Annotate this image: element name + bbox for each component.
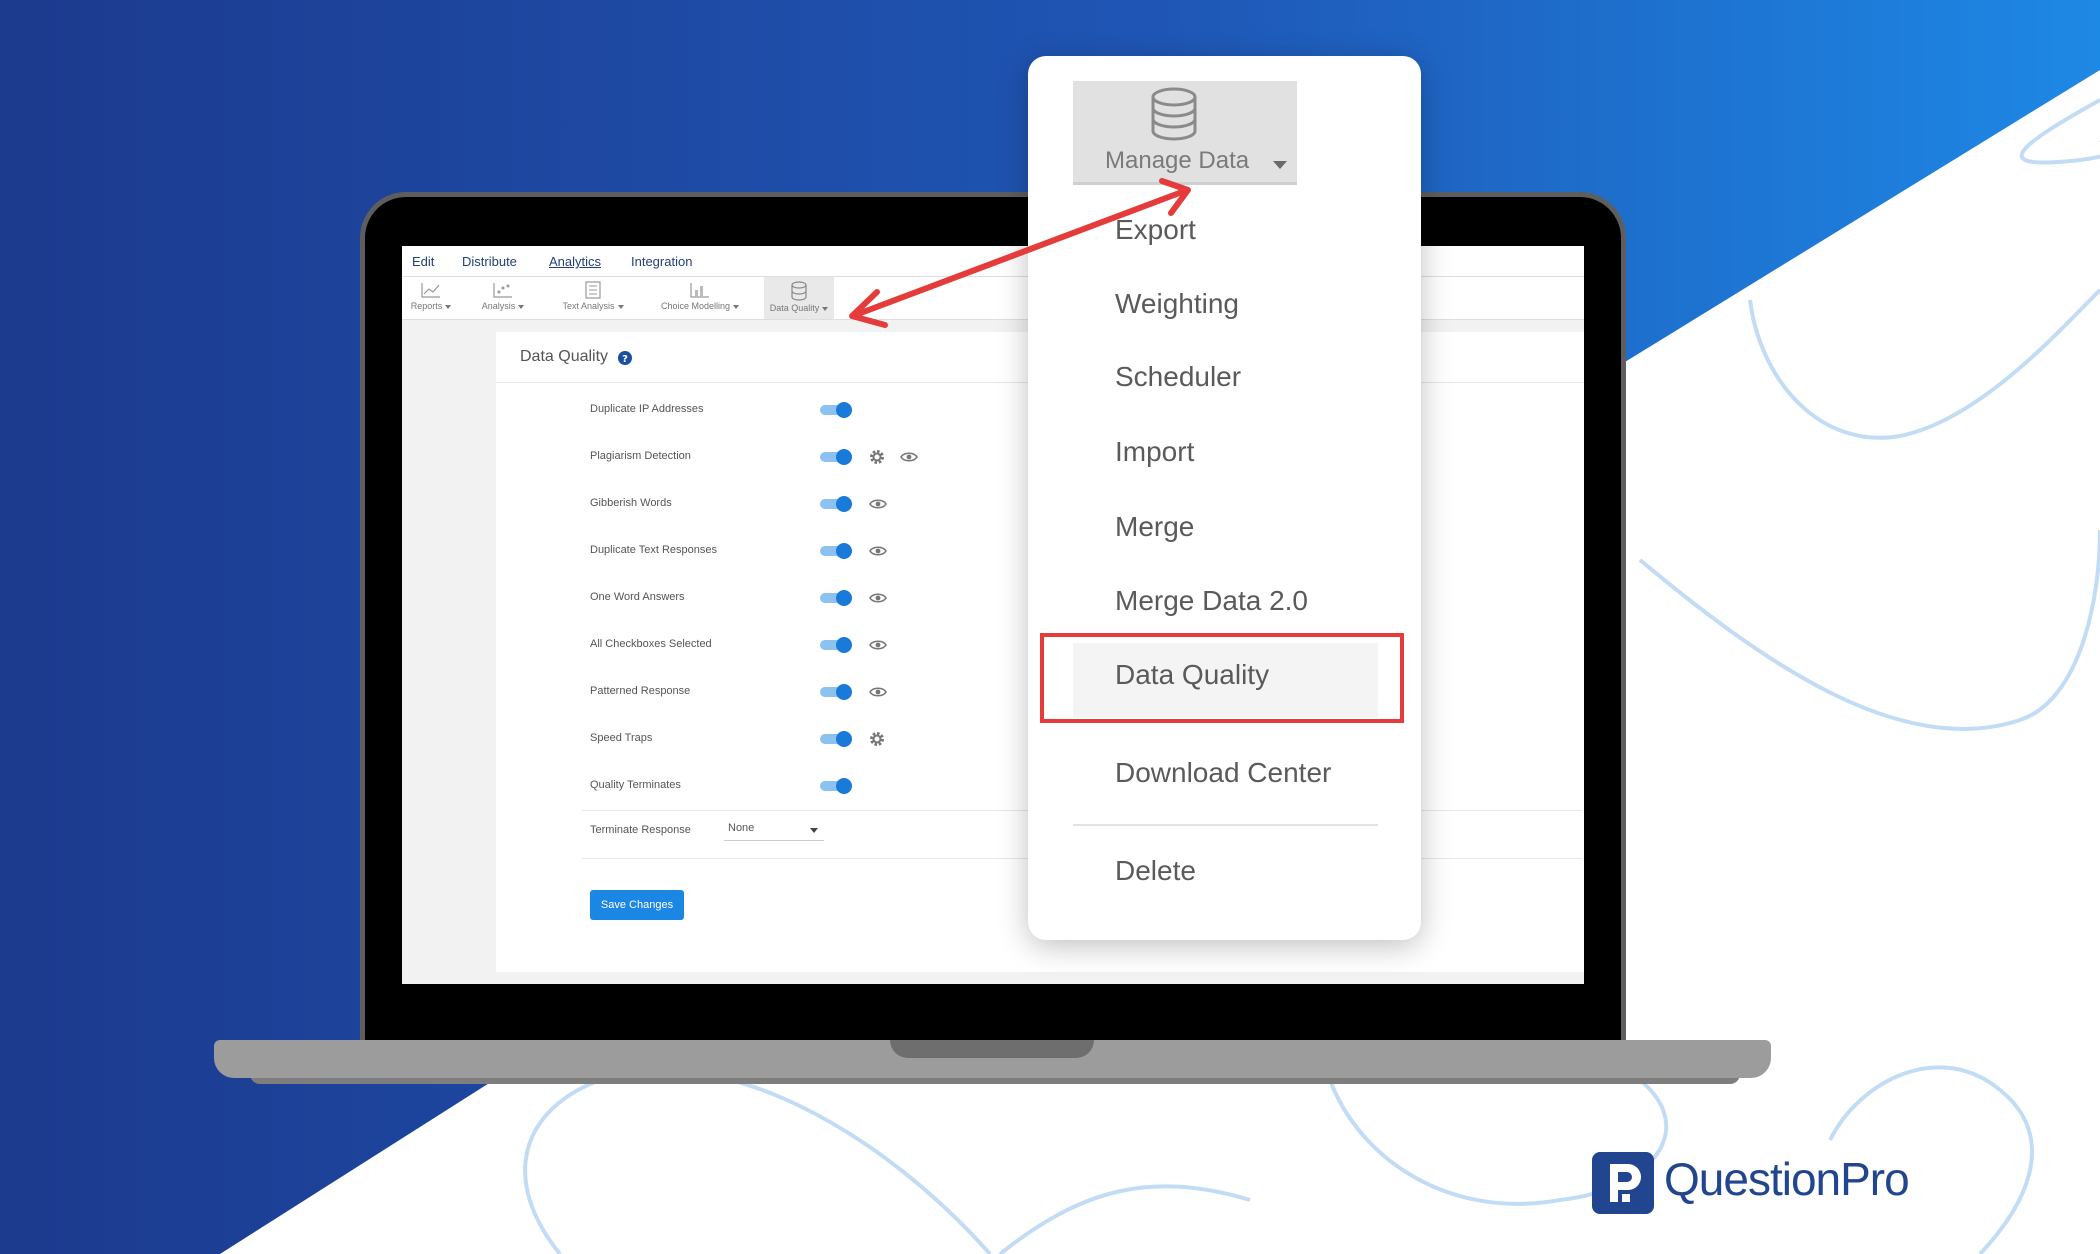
database-icon (1151, 87, 1197, 141)
quality-terminates-toggle[interactable] (820, 778, 852, 794)
toolbar-choice-modelling-label: Choice Modelling (660, 301, 731, 311)
menu-item-import[interactable]: Import (1115, 436, 1194, 468)
terminate-response-row: Terminate Response None (496, 808, 996, 848)
chevron-down-icon (810, 828, 818, 833)
setting-label: Duplicate IP Addresses (590, 403, 704, 415)
setting-label: Patterned Response (590, 685, 691, 697)
setting-row: Plagiarism Detection (496, 442, 996, 472)
line-chart-icon (421, 283, 440, 298)
menu-item-weighting[interactable]: Weighting (1115, 288, 1239, 320)
setting-row: All Checkboxes Selected (496, 630, 996, 660)
questionpro-logo-text: QuestionPro (1664, 1153, 1910, 1205)
scatter-chart-icon (493, 283, 512, 298)
terminate-response-label: Terminate Response (590, 824, 691, 836)
menu-item-merge[interactable]: Merge (1115, 511, 1194, 543)
checkboxes-toggle[interactable] (820, 637, 852, 653)
setting-row: Speed Traps (496, 724, 996, 754)
menu-item-scheduler[interactable]: Scheduler (1115, 361, 1241, 393)
menu-item-export[interactable]: Export (1115, 214, 1196, 246)
database-icon (791, 281, 807, 301)
setting-label: Plagiarism Detection (590, 450, 691, 462)
toolbar-reports[interactable]: Reports (406, 277, 456, 319)
manage-data-button[interactable]: Manage Data (1073, 81, 1297, 185)
toolbar-text-analysis-label: Text Analysis (562, 301, 615, 311)
toolbar-text-analysis[interactable]: Text Analysis (554, 277, 632, 319)
setting-row: Quality Terminates (496, 771, 996, 801)
menu-analytics[interactable]: Analytics (549, 254, 601, 269)
setting-label: Duplicate Text Responses (590, 544, 717, 556)
toolbar-data-quality-label: Data Quality (769, 303, 820, 313)
duplicate-text-toggle[interactable] (820, 543, 852, 559)
setting-row: Duplicate IP Addresses (496, 395, 996, 425)
speed-traps-toggle[interactable] (820, 731, 852, 747)
eye-icon[interactable] (869, 590, 887, 606)
eye-icon[interactable] (869, 684, 887, 700)
setting-row: One Word Answers (496, 583, 996, 613)
questionpro-logo-icon (1592, 1152, 1654, 1214)
chevron-down-icon (1273, 161, 1287, 169)
eye-icon[interactable] (869, 637, 887, 653)
eye-icon[interactable] (869, 543, 887, 559)
laptop-notch (890, 1040, 1094, 1058)
setting-label: Gibberish Words (590, 497, 672, 509)
highlight-box (1040, 633, 1404, 723)
toolbar-choice-modelling[interactable]: Choice Modelling (650, 277, 750, 319)
gibberish-toggle[interactable] (820, 496, 852, 512)
menu-integration[interactable]: Integration (631, 254, 692, 269)
terminate-response-value: None (728, 822, 755, 834)
setting-label: Speed Traps (590, 732, 653, 744)
toolbar-data-quality[interactable]: Data Quality (764, 277, 834, 319)
setting-label: All Checkboxes Selected (590, 638, 712, 650)
menu-divider (1073, 824, 1378, 826)
toolbar-analysis[interactable]: Analysis (476, 277, 530, 319)
setting-row: Patterned Response (496, 677, 996, 707)
menu-edit[interactable]: Edit (412, 254, 434, 269)
terminate-response-select[interactable]: None (724, 820, 824, 841)
toolbar-reports-label: Reports (410, 301, 443, 311)
panel-title: Data Quality (520, 348, 609, 365)
setting-row: Gibberish Words (496, 489, 996, 519)
setting-label: One Word Answers (590, 591, 685, 603)
menu-item-merge-data-2[interactable]: Merge Data 2.0 (1115, 585, 1308, 617)
save-changes-button[interactable]: Save Changes (590, 890, 684, 920)
manage-data-label: Manage Data (1105, 147, 1250, 174)
eye-icon[interactable] (900, 449, 918, 465)
menu-item-download-center[interactable]: Download Center (1115, 757, 1331, 789)
plagiarism-toggle[interactable] (820, 449, 852, 465)
toolbar-analysis-label: Analysis (481, 301, 516, 311)
setting-row: Duplicate Text Responses (496, 536, 996, 566)
svg-text:?: ? (622, 354, 628, 365)
menu-item-delete[interactable]: Delete (1115, 855, 1196, 887)
patterned-toggle[interactable] (820, 684, 852, 700)
manage-data-dropdown: Manage Data Export Weighting Scheduler I… (1028, 56, 1421, 940)
menu-distribute[interactable]: Distribute (462, 254, 517, 269)
eye-icon[interactable] (869, 496, 887, 512)
duplicate-ip-toggle[interactable] (820, 402, 852, 418)
document-grid-icon (585, 281, 601, 299)
gear-icon[interactable] (869, 731, 885, 747)
choice-chart-icon (690, 283, 709, 298)
one-word-toggle[interactable] (820, 590, 852, 606)
gear-icon[interactable] (869, 449, 885, 465)
help-icon[interactable]: ? (618, 351, 632, 365)
setting-label: Quality Terminates (590, 779, 681, 791)
